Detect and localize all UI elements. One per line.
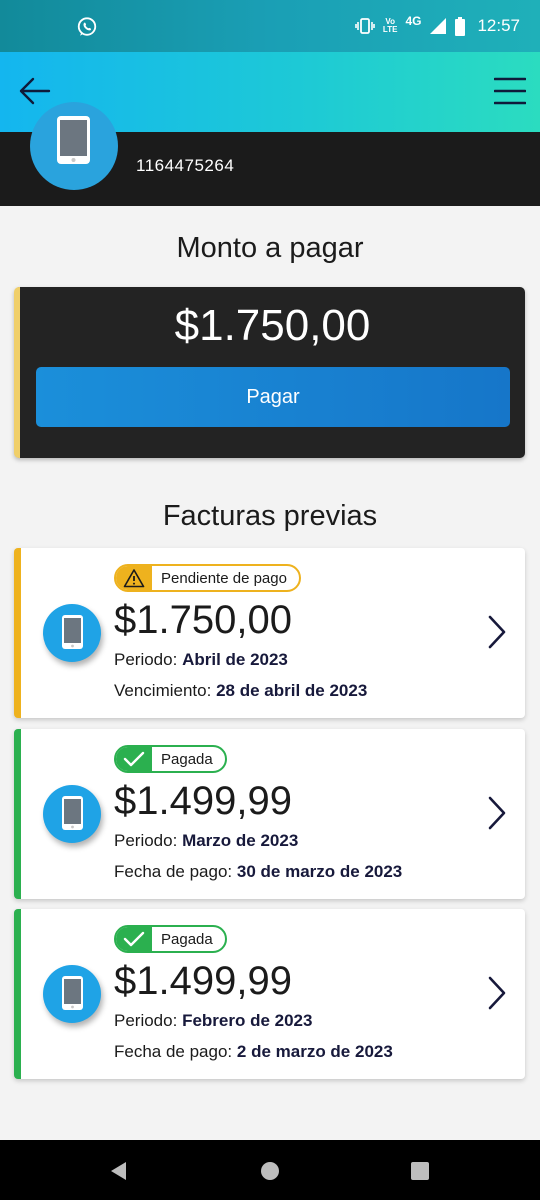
invoice-payment-date: Fecha de pago: 30 de marzo de 2023 [114, 862, 403, 881]
phone-line-number: 1164475264 [136, 156, 235, 175]
amount-due-title: Monto a pagar [176, 232, 364, 264]
mobile-phone-icon [62, 615, 83, 649]
invoice-payment-date: Fecha de pago: 2 de marzo de 2023 [114, 1042, 393, 1061]
whatsapp-icon [77, 17, 97, 36]
invoice-amount: $1.499,99 [114, 959, 292, 1003]
invoice-period: Periodo: Abril de 2023 [114, 650, 288, 669]
avatar [30, 102, 118, 190]
status-badge: Pendiente de pago [114, 564, 301, 592]
status-badge: Pagada [114, 925, 227, 953]
amount-due-value: $1.750,00 [174, 301, 371, 350]
invoice-card[interactable]: Pendiente de pago $1.750,00 Periodo: Abr… [14, 548, 525, 718]
back-arrow-icon[interactable] [18, 74, 52, 108]
status-badge-label: Pagada [161, 750, 213, 768]
check-icon [123, 751, 145, 767]
network-type: 4G [405, 14, 422, 28]
invoice-phone-avatar [43, 604, 101, 662]
status-badge-label: Pagada [161, 930, 213, 948]
status-time: 12:57 [477, 16, 520, 35]
mobile-phone-icon [62, 796, 83, 830]
pay-button[interactable]: Pagar [36, 367, 510, 427]
invoice-phone-avatar [43, 965, 101, 1023]
back-triangle-icon[interactable] [108, 1160, 130, 1182]
battery-icon [455, 16, 466, 36]
invoice-amount: $1.750,00 [114, 598, 292, 642]
signal-icon [430, 18, 447, 34]
check-icon [123, 931, 145, 947]
recents-square-icon[interactable] [409, 1160, 431, 1182]
invoice-due-date: Vencimiento: 28 de abril de 2023 [114, 681, 368, 700]
account-header: 1164475264 [0, 102, 540, 206]
invoice-period: Periodo: Marzo de 2023 [114, 831, 299, 850]
invoice-card[interactable]: Pagada $1.499,99 Periodo: Marzo de 2023 … [14, 729, 525, 899]
system-nav-bar [0, 1140, 540, 1200]
invoice-card[interactable]: Pagada $1.499,99 Periodo: Febrero de 202… [14, 909, 525, 1079]
vibrate-icon [355, 18, 375, 34]
status-badge-label: Pendiente de pago [161, 569, 287, 587]
status-badge: Pagada [114, 745, 227, 773]
chevron-right-icon[interactable] [485, 614, 509, 650]
invoice-period: Periodo: Febrero de 2023 [114, 1011, 313, 1030]
invoice-phone-avatar [43, 785, 101, 843]
chevron-right-icon[interactable] [485, 795, 509, 831]
amount-due-card: $1.750,00 Pagar [14, 287, 525, 458]
warning-icon [123, 569, 145, 588]
status-bar: Vo LTE 4G 12:57 [0, 0, 540, 52]
chevron-right-icon[interactable] [485, 975, 509, 1011]
hamburger-menu-icon[interactable] [494, 76, 526, 106]
previous-invoices-title: Facturas previas [162, 500, 378, 532]
mobile-phone-icon [62, 976, 83, 1010]
invoice-amount: $1.499,99 [114, 779, 292, 823]
volte-icon: Vo LTE [382, 17, 398, 34]
home-circle-icon[interactable] [259, 1160, 281, 1182]
mobile-phone-icon [57, 116, 90, 164]
